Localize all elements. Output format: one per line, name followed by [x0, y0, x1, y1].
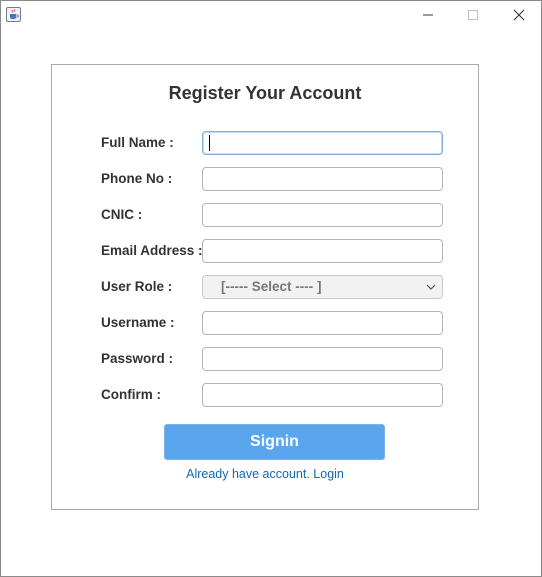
cnic-input[interactable] — [202, 203, 443, 227]
user-role-select[interactable]: [----- Select ---- ] — [202, 275, 443, 299]
title-bar — [1, 1, 541, 29]
password-input[interactable] — [202, 347, 443, 371]
phone-input[interactable] — [202, 167, 443, 191]
username-label: Username : — [101, 315, 175, 330]
minimize-button[interactable] — [405, 1, 451, 29]
username-input[interactable] — [202, 311, 443, 335]
java-cup-icon — [6, 7, 21, 22]
chevron-down-icon — [426, 284, 436, 290]
text-caret — [209, 135, 210, 151]
full-name-label: Full Name : — [101, 135, 174, 150]
password-label: Password : — [101, 351, 174, 366]
register-panel: Register Your Account Full Name : Phone … — [51, 64, 479, 510]
login-link[interactable]: Already have account. Login — [52, 467, 478, 481]
user-role-label: User Role : — [101, 279, 173, 294]
user-role-selected-value: [----- Select ---- ] — [221, 279, 322, 294]
minimize-icon — [423, 14, 433, 16]
app-window: Register Your Account Full Name : Phone … — [0, 0, 542, 577]
email-input[interactable] — [202, 239, 443, 263]
confirm-label: Confirm : — [101, 387, 161, 402]
email-label: Email Address : — [101, 243, 203, 258]
signin-button[interactable]: Signin — [164, 424, 385, 460]
maximize-icon — [468, 10, 478, 20]
title-separator — [1, 29, 541, 30]
confirm-password-input[interactable] — [202, 383, 443, 407]
form-title: Register Your Account — [168, 83, 362, 103]
close-icon — [513, 9, 525, 21]
cnic-label: CNIC : — [101, 207, 143, 222]
maximize-button[interactable] — [450, 1, 496, 29]
close-button[interactable] — [496, 1, 542, 29]
full-name-input[interactable] — [202, 131, 443, 155]
phone-label: Phone No : — [101, 171, 173, 186]
